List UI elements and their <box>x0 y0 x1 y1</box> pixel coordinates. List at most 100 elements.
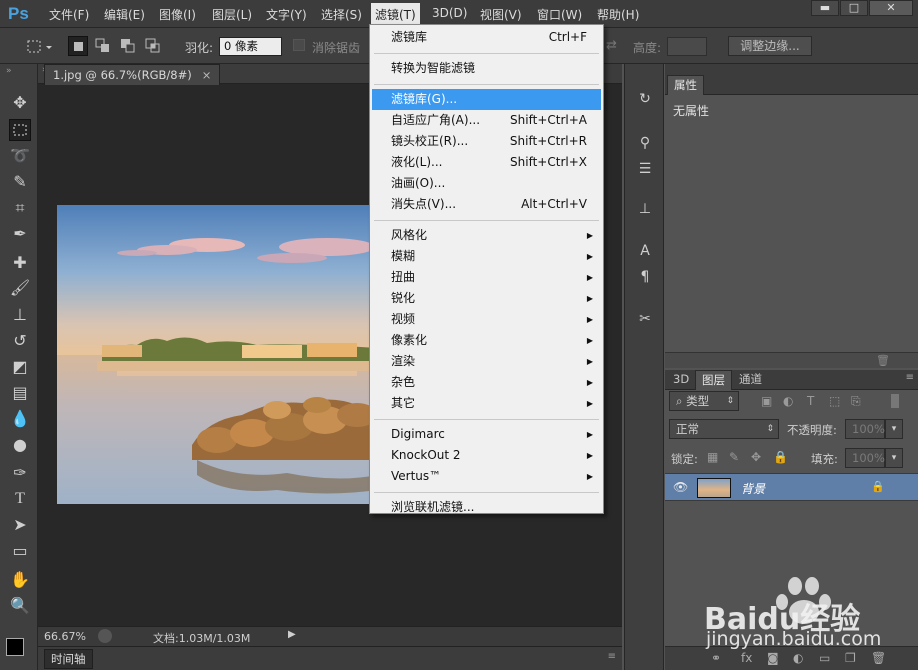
filter-menu-item[interactable]: Digimarc ▶ <box>372 424 601 445</box>
hand-tool-icon[interactable]: ✋ <box>9 569 31 591</box>
filter-menu-item[interactable]: 消失点(V)... Alt+Ctrl+V <box>372 194 601 215</box>
intersect-selection-button[interactable] <box>143 36 163 56</box>
maximize-button[interactable]: □ <box>840 0 868 16</box>
history-brush-tool-icon[interactable]: ↺ <box>9 330 31 352</box>
tab-3d[interactable]: 3D <box>667 370 695 390</box>
layer-visibility-eye-icon[interactable]: 👁 <box>673 480 688 494</box>
pen-tool-icon[interactable]: ✑ <box>9 462 31 484</box>
filter-smart-object-icon[interactable]: ⎘ <box>851 394 861 409</box>
filter-menu-item[interactable]: Vertus™ ▶ <box>372 466 601 487</box>
menu-select[interactable]: 选择(S) <box>321 6 362 23</box>
add-to-selection-button[interactable] <box>93 36 113 56</box>
menu-edit[interactable]: 编辑(E) <box>104 6 145 23</box>
filter-menu-item[interactable]: 渲染 ▶ <box>372 351 601 372</box>
menu-view[interactable]: 视图(V) <box>480 6 522 23</box>
brush-tool-icon[interactable]: 🖌 <box>9 277 31 299</box>
history-panel-icon[interactable]: ↻ <box>633 88 657 110</box>
path-selection-tool-icon[interactable]: ➤ <box>9 514 31 536</box>
menu-help[interactable]: 帮助(H) <box>597 6 639 23</box>
dodge-tool-icon[interactable]: ● <box>9 434 31 456</box>
filter-type-icon[interactable]: T <box>807 394 814 408</box>
foreground-color-swatch[interactable] <box>6 638 24 656</box>
blur-tool-icon[interactable]: 💧 <box>9 408 31 430</box>
filter-menu-item[interactable]: 杂色 ▶ <box>372 372 601 393</box>
crop-tool-icon[interactable]: ⌗ <box>9 197 31 219</box>
gradient-tool-icon[interactable]: ▤ <box>9 382 31 404</box>
menu-layer[interactable]: 图层(L) <box>212 6 252 23</box>
lasso-tool-icon[interactable]: ➰ <box>9 145 31 167</box>
opacity-input[interactable]: 100% <box>845 419 885 439</box>
layers-panel-menu-icon[interactable]: ≡ <box>906 372 914 383</box>
rectangle-tool-icon[interactable]: ▭ <box>9 540 31 562</box>
fill-dropdown-icon[interactable]: ▾ <box>885 448 903 468</box>
tab-channels[interactable]: 通道 <box>733 370 768 390</box>
collapse-toolbar-icon[interactable]: » <box>6 66 12 76</box>
properties-trash-icon[interactable]: 🗑 <box>876 354 890 367</box>
filter-menu-item[interactable]: 视频 ▶ <box>372 309 601 330</box>
paragraph-panel-icon[interactable]: ¶ <box>633 266 657 288</box>
refine-edge-button[interactable]: 调整边缘... <box>728 36 812 56</box>
filter-menu-item[interactable]: 自适应广角(A)... Shift+Ctrl+A <box>372 110 601 131</box>
filter-menu-item[interactable]: 镜头校正(R)... Shift+Ctrl+R <box>372 131 601 152</box>
antialias-checkbox[interactable] <box>293 39 305 51</box>
adjustments-panel-icon[interactable]: ☰ <box>633 158 657 180</box>
type-tool-icon[interactable]: T <box>9 488 31 510</box>
blend-mode-select[interactable]: 正常 ⇕ <box>669 419 779 439</box>
zoom-level[interactable]: 66.67% <box>44 630 86 643</box>
character-panel-icon[interactable]: A <box>633 240 657 262</box>
swap-icon[interactable]: ⇄ <box>606 38 617 53</box>
height-input[interactable] <box>667 37 707 56</box>
menu-3d[interactable]: 3D(D) <box>432 6 467 20</box>
filter-menu-item[interactable]: 像素化 ▶ <box>372 330 601 351</box>
menu-window[interactable]: 窗口(W) <box>537 6 582 23</box>
properties-tab[interactable]: 属性 <box>667 75 704 95</box>
status-info-icon[interactable] <box>98 629 112 643</box>
filter-adjustment-icon[interactable]: ◐ <box>783 394 793 408</box>
menu-file[interactable]: 文件(F) <box>49 6 89 23</box>
filter-pixel-icon[interactable]: ▣ <box>761 394 772 408</box>
clone-stamp-tool-icon[interactable]: ⊥ <box>9 304 31 326</box>
filter-menu-item[interactable]: 液化(L)... Shift+Ctrl+X <box>372 152 601 173</box>
tab-layers[interactable]: 图层 <box>695 370 732 390</box>
menu-type[interactable]: 文字(Y) <box>266 6 307 23</box>
new-selection-button[interactable] <box>68 36 88 56</box>
feather-input[interactable]: 0 像素 <box>219 37 282 56</box>
filter-menu-item[interactable]: 扭曲 ▶ <box>372 267 601 288</box>
layer-filter-kind-select[interactable]: ⌕ 类型 ⇕ <box>669 391 739 411</box>
filter-menu-item[interactable]: 其它 ▶ <box>372 393 601 414</box>
filter-menu-item[interactable]: 模糊 ▶ <box>372 246 601 267</box>
filter-menu-item[interactable]: 转换为智能滤镜 <box>372 58 601 79</box>
minimize-button[interactable]: ▬ <box>811 0 839 16</box>
marquee-preset-picker[interactable] <box>22 35 52 57</box>
healing-brush-tool-icon[interactable]: ✚ <box>9 252 31 274</box>
subtract-from-selection-button[interactable] <box>118 36 138 56</box>
fill-input[interactable]: 100% <box>845 448 885 468</box>
quick-selection-tool-icon[interactable]: ✎ <box>9 171 31 193</box>
timeline-menu-icon[interactable]: ≡ <box>608 651 616 662</box>
filter-shape-icon[interactable]: ⬚ <box>829 394 840 408</box>
status-menu-arrow-icon[interactable]: ▶ <box>288 629 296 640</box>
brush-panel-icon[interactable]: ⚲ <box>633 132 657 154</box>
tool-presets-panel-icon[interactable]: ✂ <box>633 308 657 330</box>
filter-menu-item[interactable]: KnockOut 2 ▶ <box>372 445 601 466</box>
filter-menu-item[interactable]: 滤镜库 Ctrl+F <box>372 27 601 48</box>
menu-image[interactable]: 图像(I) <box>159 6 196 23</box>
layer-name[interactable]: 背景 <box>741 480 765 497</box>
zoom-tool-icon[interactable]: 🔍 <box>9 595 31 617</box>
close-tab-icon[interactable]: × <box>202 68 212 82</box>
layer-row[interactable]: 👁 背景 🔒 <box>665 473 918 501</box>
clone-source-panel-icon[interactable]: ⊥ <box>633 198 657 220</box>
move-tool-icon[interactable]: ✥ <box>9 92 31 114</box>
lock-pixels-icon[interactable]: ✎ <box>729 450 739 464</box>
filter-menu-item[interactable]: 浏览联机滤镜... <box>372 497 601 518</box>
opacity-dropdown-icon[interactable]: ▾ <box>885 419 903 439</box>
eyedropper-tool-icon[interactable]: ✒ <box>9 223 31 245</box>
eraser-tool-icon[interactable]: ◩ <box>9 356 31 378</box>
close-window-button[interactable]: ✕ <box>869 0 913 16</box>
document-tab[interactable]: 1.jpg @ 66.7%(RGB/8#) × <box>44 64 221 85</box>
lock-all-icon[interactable]: 🔒 <box>773 450 788 464</box>
filter-menu-item[interactable]: 滤镜库(G)... <box>372 89 601 110</box>
filter-menu-item[interactable]: 风格化 ▶ <box>372 225 601 246</box>
filter-menu-item[interactable]: 油画(O)... <box>372 173 601 194</box>
filter-toggle-switch[interactable] <box>891 394 899 408</box>
